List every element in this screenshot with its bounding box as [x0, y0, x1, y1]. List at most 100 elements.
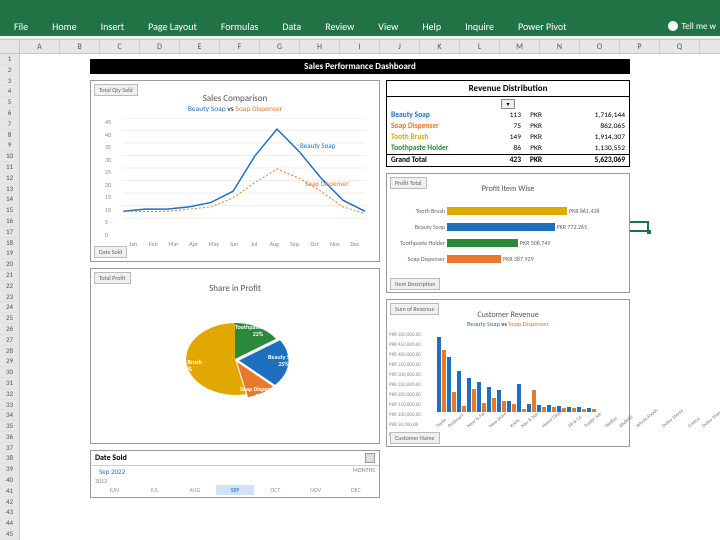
col-header[interactable]: E [180, 40, 220, 53]
row-header[interactable]: 35 [0, 421, 19, 432]
row-header[interactable]: 6 [0, 108, 19, 119]
row-header[interactable]: 29 [0, 356, 19, 367]
row-header[interactable]: 3 [0, 76, 19, 87]
row-header[interactable]: 1 [0, 54, 19, 65]
col-header[interactable]: O [580, 40, 620, 53]
row-header[interactable]: 45 [0, 529, 19, 540]
row-header[interactable]: 31 [0, 378, 19, 389]
tab-inquire[interactable]: Inquire [453, 17, 506, 36]
row-header[interactable]: 10 [0, 151, 19, 162]
col-header[interactable]: D [140, 40, 180, 53]
row-header[interactable]: 42 [0, 497, 19, 508]
tab-power-pivot[interactable]: Power Pivot [506, 17, 579, 36]
tab-home[interactable]: Home [40, 17, 88, 36]
tab-formulas[interactable]: Formulas [209, 17, 270, 36]
col-header[interactable]: P [620, 40, 660, 53]
tell-me[interactable]: Tell me w [668, 21, 720, 32]
row-header[interactable]: 33 [0, 400, 19, 411]
row-header[interactable]: 2 [0, 65, 19, 76]
row-header[interactable]: 12 [0, 173, 19, 184]
row-header[interactable]: 26 [0, 324, 19, 335]
row-header[interactable]: 28 [0, 346, 19, 357]
row-header[interactable]: 36 [0, 432, 19, 443]
row-header[interactable]: 20 [0, 259, 19, 270]
row-header[interactable]: 21 [0, 270, 19, 281]
row-header[interactable]: 11 [0, 162, 19, 173]
row-headers: 1234567891011121314151617181920212223242… [0, 54, 20, 540]
worksheet[interactable]: Sales Performance Dashboard Total Qty So… [20, 54, 720, 540]
col-header[interactable]: K [420, 40, 460, 53]
row-header[interactable]: 7 [0, 119, 19, 130]
field-tag-qty[interactable]: Total Qty Sold [94, 84, 138, 96]
hbar-row: Tooth BrushPKR 861,438 [447, 206, 625, 216]
dropdown-icon[interactable]: ▾ [501, 99, 515, 109]
slicer-level[interactable]: MONTHS [353, 466, 375, 477]
slicer-month[interactable]: SEP [216, 485, 254, 495]
row-header[interactable]: 19 [0, 248, 19, 259]
row-header[interactable]: 34 [0, 410, 19, 421]
tab-review[interactable]: Review [313, 17, 366, 36]
select-all-corner[interactable] [0, 40, 20, 53]
field-tag[interactable]: Profit Total [390, 177, 427, 189]
row-header[interactable]: 40 [0, 475, 19, 486]
slicer-month[interactable]: AUG [176, 485, 214, 495]
row-header[interactable]: 32 [0, 389, 19, 400]
row-header[interactable]: 39 [0, 464, 19, 475]
col-header[interactable]: A [20, 40, 60, 53]
tab-data[interactable]: Data [270, 17, 313, 36]
row-header[interactable]: 8 [0, 130, 19, 141]
tab-page-layout[interactable]: Page Layout [136, 17, 209, 36]
row-header[interactable]: 14 [0, 194, 19, 205]
row-header[interactable]: 18 [0, 238, 19, 249]
col-header[interactable]: J [380, 40, 420, 53]
col-header[interactable]: F [220, 40, 260, 53]
row-header[interactable]: 44 [0, 518, 19, 529]
row-header[interactable]: 24 [0, 302, 19, 313]
row-header[interactable]: 30 [0, 367, 19, 378]
tab-file[interactable]: File [2, 17, 40, 36]
row-header[interactable]: 37 [0, 443, 19, 454]
col-header[interactable]: H [300, 40, 340, 53]
slicer-month[interactable]: OCT [256, 485, 294, 495]
col-header[interactable]: B [60, 40, 100, 53]
timeline-slicer[interactable]: Date Sold Sep 2022MONTHS 2012 JUNJULAUGS… [90, 450, 380, 498]
tab-view[interactable]: View [366, 17, 410, 36]
slicer-month[interactable]: DEC [337, 485, 375, 495]
row-header[interactable]: 43 [0, 507, 19, 518]
col-header[interactable]: I [340, 40, 380, 53]
tab-help[interactable]: Help [410, 17, 453, 36]
tab-insert[interactable]: Insert [89, 17, 137, 36]
row-header[interactable]: 5 [0, 97, 19, 108]
col-header[interactable]: G [260, 40, 300, 53]
row-header[interactable]: 22 [0, 281, 19, 292]
field-tag-profit[interactable]: Total Profit [94, 272, 131, 284]
row-header[interactable]: 23 [0, 292, 19, 303]
slicer-month[interactable]: JUL [135, 485, 173, 495]
col-header[interactable]: N [540, 40, 580, 53]
row-header[interactable]: 27 [0, 335, 19, 346]
field-tag-date[interactable]: Date Sold [94, 246, 127, 258]
hbar-row: Beauty SoapPKR 772,265 [447, 222, 625, 232]
row-header[interactable]: 13 [0, 184, 19, 195]
field-tag[interactable]: Item Description [390, 278, 440, 290]
slice-label: Soap Dispenser9% [240, 386, 278, 399]
clear-filter-icon[interactable] [365, 453, 375, 463]
row-header[interactable]: 9 [0, 140, 19, 151]
row-header[interactable]: 25 [0, 313, 19, 324]
col-header[interactable]: C [100, 40, 140, 53]
row-header[interactable]: 41 [0, 486, 19, 497]
row-header[interactable]: 16 [0, 216, 19, 227]
field-tag[interactable]: Sum of Revenue [390, 303, 439, 315]
row-header[interactable]: 38 [0, 453, 19, 464]
fill-handle[interactable] [647, 230, 651, 234]
row-header[interactable]: 4 [0, 86, 19, 97]
slicer-month[interactable]: JUN [95, 485, 133, 495]
row-header[interactable]: 15 [0, 205, 19, 216]
col-header[interactable]: Q [660, 40, 700, 53]
row-header[interactable]: 17 [0, 227, 19, 238]
col-header[interactable]: M [500, 40, 540, 53]
col-header[interactable]: L [460, 40, 500, 53]
field-tag[interactable]: Customer Name [390, 432, 440, 444]
slicer-months[interactable]: JUNJULAUGSEPOCTNOVDEC [91, 485, 379, 495]
slicer-month[interactable]: NOV [296, 485, 334, 495]
